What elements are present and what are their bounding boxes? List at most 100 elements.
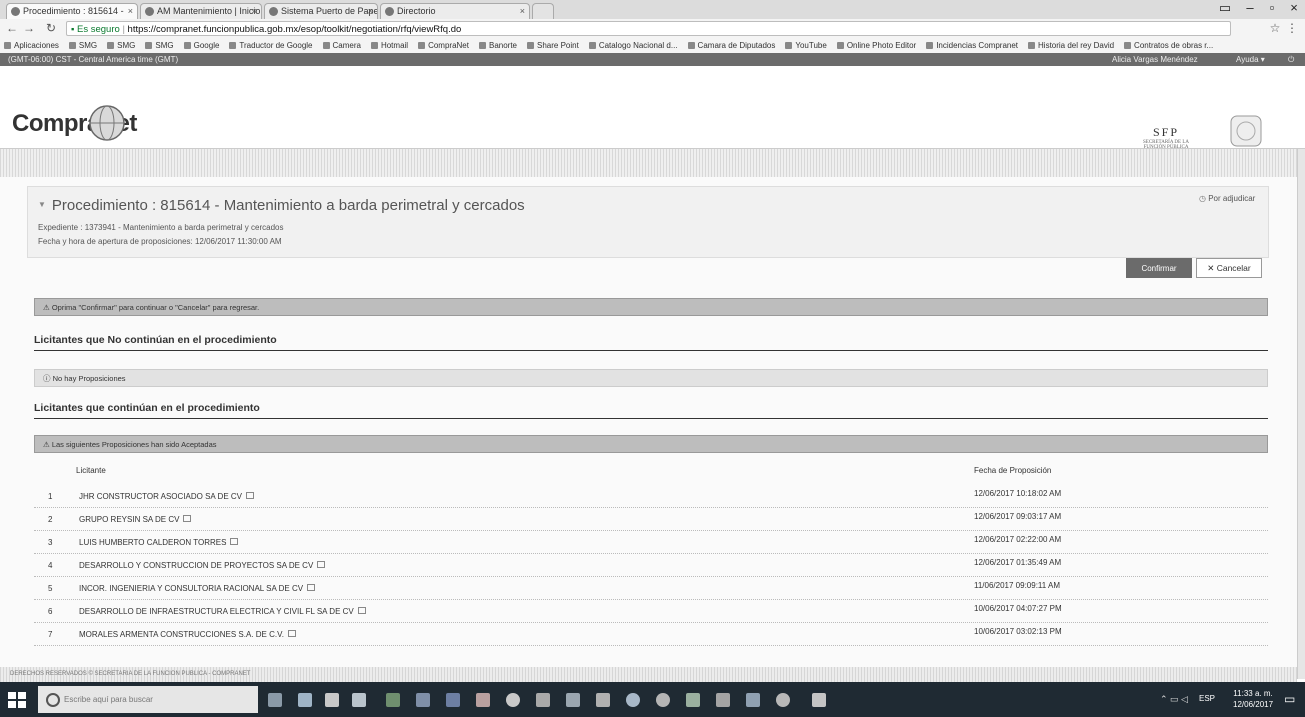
- app-icon[interactable]: [812, 693, 826, 707]
- tab-close-icon[interactable]: ×: [252, 4, 257, 19]
- app-icon[interactable]: [686, 693, 700, 707]
- taskbar-search-input[interactable]: Escribe aquí para buscar: [38, 686, 258, 713]
- bookmark-item[interactable]: CompraNet: [414, 38, 475, 53]
- menu-icon[interactable]: ⋮: [1285, 21, 1299, 36]
- bookmark-item[interactable]: Catalogo Nacional d...: [585, 38, 684, 53]
- section-continuan: Licitantes que continúan en el procedimi…: [34, 402, 260, 414]
- internet-explorer-icon[interactable]: [626, 693, 640, 707]
- tab-close-icon[interactable]: ×: [128, 4, 133, 19]
- detail-icon[interactable]: [307, 584, 316, 591]
- maximize-icon[interactable]: ▫: [1262, 0, 1282, 16]
- confirm-button[interactable]: Confirmar: [1126, 258, 1192, 278]
- bookmark-item[interactable]: Google: [180, 38, 226, 53]
- app-icon[interactable]: [776, 693, 790, 707]
- back-icon[interactable]: ←: [5, 21, 19, 36]
- power-icon[interactable]: ⏻: [1288, 53, 1294, 66]
- bookmark-item[interactable]: Incidencias Compranet: [922, 38, 1024, 53]
- outlook-icon[interactable]: [416, 693, 430, 707]
- detail-icon[interactable]: [287, 630, 296, 637]
- favicon-icon: [269, 7, 278, 16]
- bookmark-icon: [229, 42, 237, 49]
- app-icon[interactable]: [716, 693, 730, 707]
- globe-logo-icon: [89, 105, 125, 141]
- tab-directorio[interactable]: Directorio ×: [380, 3, 530, 19]
- app-icon[interactable]: [746, 693, 760, 707]
- file-explorer-icon[interactable]: [325, 693, 339, 707]
- instruction-message: ⚠ Oprima "Confirmar" para continuar o "C…: [34, 298, 1268, 316]
- forward-icon[interactable]: →: [22, 21, 36, 36]
- tab-sistema[interactable]: Sistema Puerto de Papel ×: [264, 3, 378, 19]
- column-header-fecha: Fecha de Proposición: [974, 466, 1052, 475]
- page-scrollbar[interactable]: [1297, 149, 1305, 679]
- tab-procedimiento[interactable]: Procedimiento : 815614 - ×: [6, 3, 138, 19]
- app-icon[interactable]: [596, 693, 610, 707]
- bookmark-icon: [527, 42, 535, 49]
- bookmark-icon: [836, 42, 844, 49]
- bookmark-icon: [322, 42, 330, 49]
- minimize-icon[interactable]: –: [1240, 0, 1260, 16]
- user-profile-icon[interactable]: ▭: [1215, 0, 1235, 16]
- new-tab-button[interactable]: [532, 3, 554, 19]
- user-menu[interactable]: Alicia Vargas Menéndez: [1112, 53, 1198, 66]
- bookmark-item[interactable]: Share Point: [523, 38, 585, 53]
- bookmark-item[interactable]: Contratos de obras r...: [1120, 38, 1219, 53]
- detail-icon[interactable]: [230, 538, 239, 545]
- notifications-icon[interactable]: ▭: [1284, 692, 1295, 706]
- cancel-x-icon: ✕: [1207, 262, 1217, 273]
- info-icon: ⓘ: [43, 374, 53, 383]
- bookmark-star-icon[interactable]: ☆: [1268, 21, 1282, 36]
- help-menu[interactable]: Ayuda ▾: [1236, 53, 1265, 66]
- bookmark-icon: [785, 42, 793, 49]
- header-band: [0, 149, 1298, 177]
- close-window-icon[interactable]: ×: [1284, 0, 1304, 16]
- tab-close-icon[interactable]: ×: [368, 4, 373, 19]
- bookmark-item[interactable]: Aplicaciones: [0, 38, 65, 53]
- tray-icons[interactable]: ⌃ ▭ ◁: [1160, 694, 1188, 705]
- tab-am-mantenimiento[interactable]: AM Mantenimiento | Inicio ×: [140, 3, 262, 19]
- bookmark-item[interactable]: YouTube: [781, 38, 832, 53]
- bookmark-item[interactable]: Online Photo Editor: [833, 38, 922, 53]
- app-icon[interactable]: [566, 693, 580, 707]
- detail-icon[interactable]: [317, 561, 326, 568]
- bookmark-item[interactable]: SMG: [65, 38, 103, 53]
- acrobat-icon[interactable]: [476, 693, 490, 707]
- task-view-icon[interactable]: [268, 693, 282, 707]
- table-row: 6 DESARROLLO DE INFRAESTRUCTURA ELECTRIC…: [34, 601, 1268, 623]
- bookmark-icon: [926, 42, 934, 49]
- detail-icon[interactable]: [183, 515, 192, 522]
- bookmarks-bar: Aplicaciones SMG SMG SMG Google Traductor de …: [0, 38, 1305, 54]
- detail-icon[interactable]: [246, 492, 254, 499]
- windows-start-icon[interactable]: [8, 692, 26, 708]
- app-icon[interactable]: [656, 693, 670, 707]
- bookmark-item[interactable]: Banorte: [475, 38, 523, 53]
- address-bar[interactable]: ▪ Es seguro | https://compranet.funcionp…: [66, 21, 1231, 36]
- reload-icon[interactable]: ↻: [44, 21, 58, 36]
- collapse-icon[interactable]: ▼: [38, 200, 46, 209]
- bookmark-item[interactable]: Hotmail: [367, 38, 414, 53]
- table-row: 3 LUIS HUMBERTO CALDERON TORRES 12/06/20…: [34, 532, 1268, 554]
- detail-icon[interactable]: [357, 607, 366, 614]
- site-top-bar: (GMT-06:00) CST - Central America time (…: [0, 53, 1305, 66]
- cancel-button[interactable]: ✕ Cancelar: [1196, 258, 1262, 278]
- warning-icon: ⚠: [43, 303, 52, 312]
- bookmark-item[interactable]: Camera: [319, 38, 367, 53]
- bookmark-item[interactable]: Camara de Diputados: [684, 38, 782, 53]
- taskbar-clock[interactable]: 11:33 a. m. 12/06/2017: [1233, 688, 1273, 710]
- word-icon[interactable]: [446, 693, 460, 707]
- bookmark-item[interactable]: SMG: [103, 38, 141, 53]
- bookmark-icon: [1028, 42, 1036, 49]
- bookmark-item[interactable]: Traductor de Google: [225, 38, 318, 53]
- procedure-expediente: Expediente : 1373941 - Mantenimiento a b…: [38, 223, 284, 232]
- tab-close-icon[interactable]: ×: [520, 4, 525, 19]
- chrome-icon[interactable]: [506, 693, 520, 707]
- excel-icon[interactable]: [386, 693, 400, 707]
- no-proposals-message: ⓘ No hay Proposiciones: [34, 369, 1268, 387]
- language-indicator[interactable]: ESP: [1199, 694, 1215, 703]
- bookmark-item[interactable]: Historia del rey David: [1024, 38, 1120, 53]
- store-icon[interactable]: [352, 693, 366, 707]
- calculator-icon[interactable]: [536, 693, 550, 707]
- site-footer: DERECHOS RESERVADOS © SECRETARIA DE LA F…: [0, 667, 1297, 682]
- bookmark-icon: [418, 42, 426, 49]
- bookmark-item[interactable]: SMG: [141, 38, 179, 53]
- edge-icon[interactable]: [298, 693, 312, 707]
